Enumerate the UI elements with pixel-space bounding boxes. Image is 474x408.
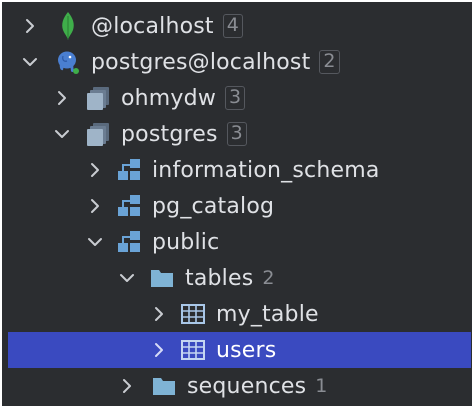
chevron-right-icon[interactable] — [86, 161, 104, 179]
tree-node-database-ohmydw[interactable]: ohmydw 3 — [2, 80, 472, 116]
database-explorer-panel: @localhost 4 postgres@localhost 2 ohmydw… — [0, 0, 474, 408]
child-count-badge: 4 — [222, 14, 244, 38]
postgresql-elephant-icon — [55, 49, 81, 75]
tree-node-label: tables — [185, 265, 254, 291]
tree-node-label: information_schema — [152, 157, 380, 183]
database-icon — [85, 85, 111, 111]
tree-node-folder-sequences[interactable]: sequences 1 — [2, 368, 472, 404]
child-count-badge: 3 — [226, 122, 247, 146]
tree-node-schema-pg-catalog[interactable]: pg_catalog — [2, 188, 472, 224]
schema-icon — [116, 157, 142, 183]
tree-node-label: postgres — [121, 121, 218, 147]
tree-node-label: postgres@localhost — [91, 49, 311, 75]
folder-icon — [151, 373, 177, 399]
database-tree: @localhost 4 postgres@localhost 2 ohmydw… — [2, 2, 472, 406]
tree-node-label: @localhost — [91, 13, 214, 39]
tree-node-label: public — [152, 229, 220, 255]
chevron-down-icon[interactable] — [86, 233, 104, 251]
tree-node-label: pg_catalog — [152, 193, 275, 219]
child-count-badge: 2 — [319, 50, 340, 74]
child-count: 2 — [262, 267, 275, 289]
tree-node-label: sequences — [187, 373, 307, 399]
tree-node-postgres-localhost[interactable]: postgres@localhost 2 — [2, 44, 472, 80]
chevron-down-icon[interactable] — [118, 269, 136, 287]
child-count-badge: 3 — [225, 86, 246, 110]
folder-icon — [149, 265, 175, 291]
chevron-right-icon[interactable] — [86, 197, 104, 215]
tree-node-label: ohmydw — [121, 85, 217, 111]
schema-icon — [116, 193, 142, 219]
tree-node-folder-tables[interactable]: tables 2 — [2, 260, 472, 296]
schema-icon — [116, 229, 142, 255]
chevron-down-icon[interactable] — [53, 125, 71, 143]
chevron-right-icon[interactable] — [118, 377, 136, 395]
database-icon — [85, 121, 111, 147]
tree-node-mongodb-localhost[interactable]: @localhost 4 — [2, 8, 472, 44]
chevron-right-icon[interactable] — [150, 305, 168, 323]
child-count: 1 — [315, 375, 328, 397]
table-icon — [180, 337, 206, 363]
tree-node-schema-public[interactable]: public — [2, 224, 472, 260]
chevron-right-icon[interactable] — [53, 89, 71, 107]
tree-node-label: users — [216, 337, 277, 363]
table-icon — [180, 301, 206, 327]
tree-node-table-users[interactable]: users — [8, 332, 471, 368]
chevron-down-icon[interactable] — [21, 53, 39, 71]
tree-node-database-postgres[interactable]: postgres 3 — [2, 116, 472, 152]
chevron-right-icon[interactable] — [150, 341, 168, 359]
tree-node-schema-information-schema[interactable]: information_schema — [2, 152, 472, 188]
chevron-right-icon[interactable] — [21, 17, 39, 35]
mongodb-leaf-icon — [55, 12, 81, 40]
tree-node-table-my-table[interactable]: my_table — [2, 296, 472, 332]
tree-node-label: my_table — [216, 301, 319, 327]
